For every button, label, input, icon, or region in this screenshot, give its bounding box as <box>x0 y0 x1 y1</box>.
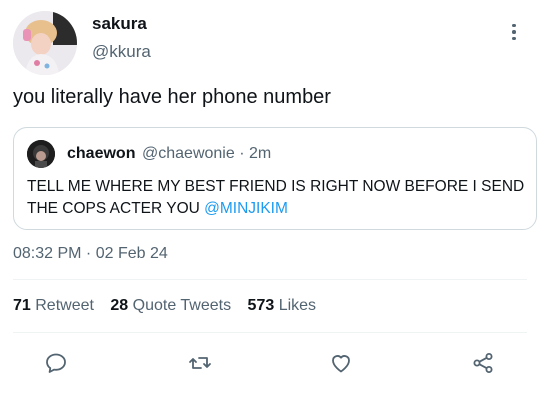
engagement-stats: 71 Retweet 28 Quote Tweets 573 Likes <box>13 297 328 315</box>
retweets-count: 71 <box>13 297 31 314</box>
likes-count: 573 <box>247 297 275 314</box>
tweet-text: you literally have her phone number <box>13 86 331 108</box>
quoted-display-name[interactable]: chaewon <box>67 145 135 163</box>
quoted-handle-time[interactable]: @chaewonie · 2m <box>142 145 271 163</box>
retweet-icon <box>189 357 211 369</box>
author-display-name[interactable]: sakura <box>92 14 147 34</box>
quote-tweets-label: Quote Tweets <box>132 297 232 314</box>
author-avatar[interactable] <box>13 11 77 75</box>
share-button[interactable] <box>468 348 498 378</box>
likes-stat[interactable]: 573 Likes <box>248 297 317 315</box>
tweet-timestamp[interactable]: 08:32 PM · 02 Feb 24 <box>13 245 168 263</box>
quoted-tweet-card[interactable]: chaewon @chaewonie · 2m TELL ME WHERE MY… <box>13 127 537 230</box>
author-handle[interactable]: @kkura <box>92 42 151 62</box>
quote-tweets-count: 28 <box>110 297 129 314</box>
divider <box>13 279 527 280</box>
divider <box>13 332 527 333</box>
avatar-photo <box>13 11 77 75</box>
share-icon <box>473 353 493 373</box>
mention-link[interactable]: @MINJIKIM <box>204 200 288 217</box>
quote-tweets-stat[interactable]: 28 Quote Tweets <box>110 297 231 315</box>
heart-icon <box>332 355 350 373</box>
retweets-label: Retweet <box>35 297 94 314</box>
quoted-author-avatar[interactable] <box>27 140 55 168</box>
quoted-avatar-photo <box>27 140 55 168</box>
like-button[interactable] <box>326 348 356 378</box>
reply-icon <box>46 353 66 373</box>
retweet-button[interactable] <box>185 348 215 378</box>
quoted-tweet-text: TELL ME WHERE MY BEST FRIEND IS RIGHT NO… <box>27 176 527 220</box>
retweets-stat[interactable]: 71 Retweet <box>13 297 94 315</box>
reply-button[interactable] <box>41 348 71 378</box>
tweet-detail: sakura @kkura you literally have her pho… <box>0 0 540 401</box>
likes-label: Likes <box>278 297 317 314</box>
more-vertical-icon[interactable] <box>502 20 526 44</box>
